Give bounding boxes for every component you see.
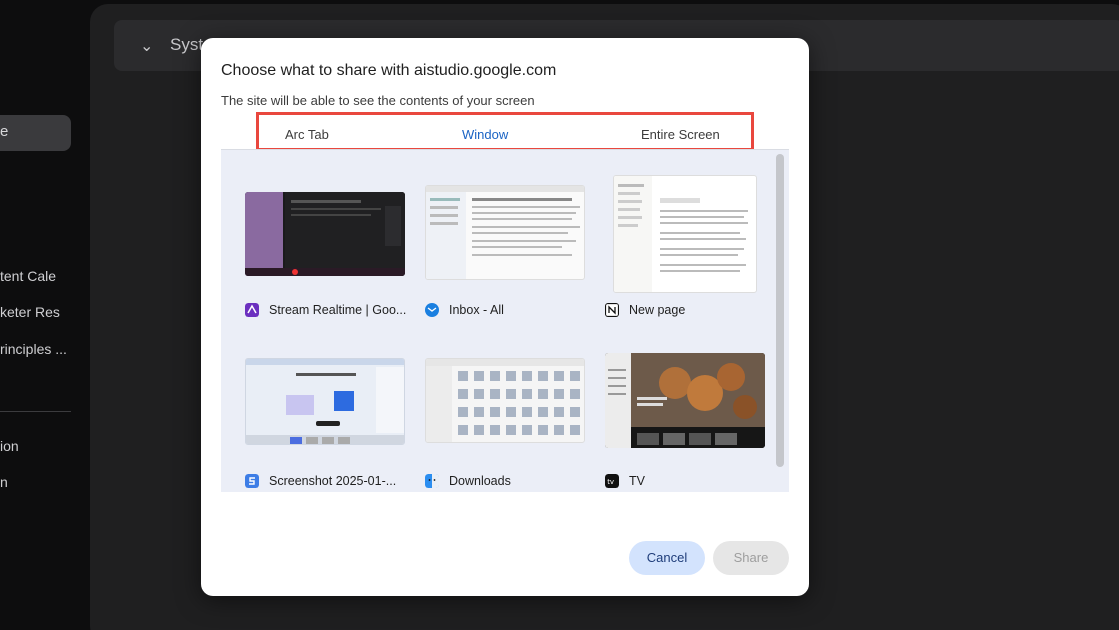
sidebar-item[interactable]: rinciples ... — [0, 341, 67, 357]
sidebar-item-active[interactable]: e — [0, 115, 71, 151]
share-button[interactable]: Share — [713, 541, 789, 575]
sidebar-divider — [0, 411, 71, 412]
screenshot-icon — [245, 474, 259, 488]
window-thumbnail — [613, 175, 757, 293]
chevron-down-icon: ⌄ — [140, 38, 154, 55]
window-card-downloads[interactable]: Downloads — [425, 358, 595, 492]
window-card-stream-realtime[interactable]: Stream Realtime | Goo... — [245, 192, 415, 332]
finder-icon — [425, 474, 439, 488]
window-thumbnail — [245, 192, 405, 276]
tab-arc-tab[interactable]: Arc Tab — [285, 127, 329, 142]
window-thumbnail — [425, 358, 585, 443]
window-card-inbox[interactable]: Inbox - All — [425, 185, 595, 332]
apple-tv-icon: tv — [605, 474, 619, 488]
window-thumbnail — [605, 353, 765, 448]
share-dialog: Choose what to share with aistudio.googl… — [201, 38, 809, 596]
window-card-screenshot[interactable]: Screenshot 2025-01-... — [245, 358, 415, 492]
window-card-tv[interactable]: tv TV — [605, 353, 775, 492]
mail-icon — [425, 303, 439, 317]
window-label: Stream Realtime | Goo... — [269, 303, 407, 317]
sidebar-item[interactable]: n — [0, 474, 8, 490]
window-list: Stream Realtime | Goo... Inbox - All New… — [221, 149, 789, 492]
window-label: TV — [629, 474, 645, 488]
sidebar-item[interactable]: ion — [0, 438, 19, 454]
window-label: Screenshot 2025-01-... — [269, 474, 397, 488]
window-label: Downloads — [449, 474, 511, 488]
dialog-subtitle: The site will be able to see the content… — [221, 93, 535, 108]
section-title: Syst — [170, 35, 204, 54]
tab-entire-screen[interactable]: Entire Screen — [641, 127, 720, 142]
svg-text:tv: tv — [607, 478, 614, 486]
tab-window[interactable]: Window — [462, 127, 508, 142]
sidebar-item[interactable]: keter Res — [0, 304, 60, 320]
ai-studio-icon — [245, 303, 259, 317]
window-card-new-page[interactable]: New page — [605, 175, 775, 332]
dialog-title: Choose what to share with aistudio.googl… — [221, 62, 557, 79]
window-label: New page — [629, 303, 686, 317]
notion-icon — [605, 303, 619, 317]
window-list-scrollbar[interactable] — [776, 154, 784, 467]
window-label: Inbox - All — [449, 303, 504, 317]
sidebar-item-label: e — [0, 123, 9, 140]
window-thumbnail — [245, 358, 405, 445]
cancel-button[interactable]: Cancel — [629, 541, 705, 575]
window-thumbnail — [425, 185, 585, 280]
sidebar-item[interactable]: tent Cale — [0, 268, 56, 284]
